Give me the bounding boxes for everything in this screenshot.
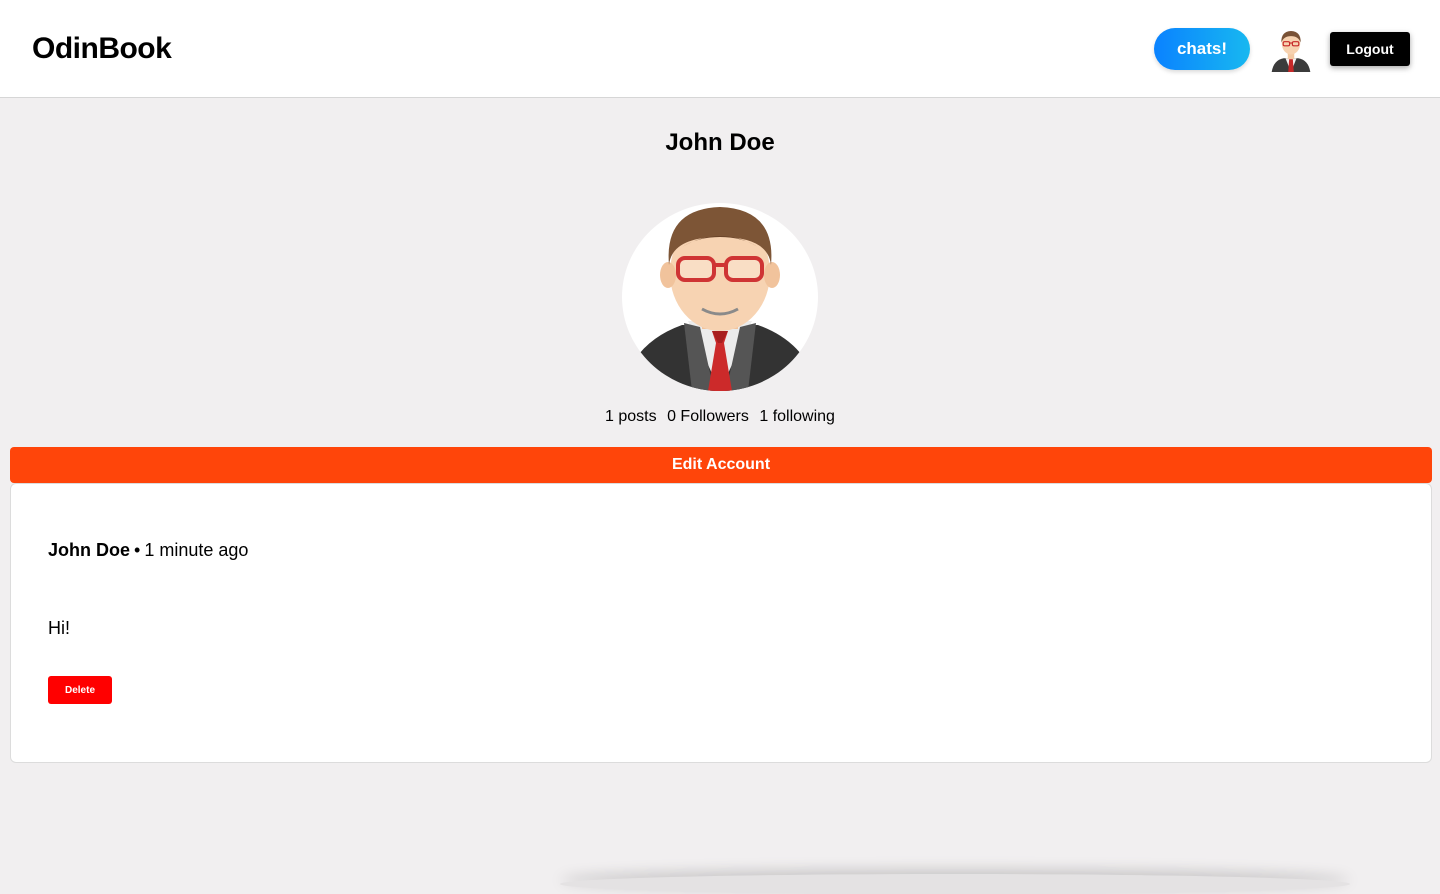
post-meta-separator: • xyxy=(134,540,141,560)
posts-count: 1 posts xyxy=(605,408,657,425)
user-avatar-icon[interactable] xyxy=(1268,25,1314,72)
brand-logo[interactable]: OdinBook xyxy=(32,32,172,66)
businessman-avatar-icon xyxy=(622,203,818,391)
chats-button[interactable]: chats! xyxy=(1154,27,1250,70)
logout-button[interactable]: Logout xyxy=(1330,31,1410,66)
top-header: OdinBook chats! Logout xyxy=(0,0,1440,98)
post-body: Hi! xyxy=(48,618,70,638)
followers-count[interactable]: 0 Followers xyxy=(667,408,749,425)
bottom-floating-panel-edge xyxy=(560,874,1350,894)
profile-name: John Doe xyxy=(665,129,775,156)
post-author[interactable]: John Doe xyxy=(48,540,130,560)
profile-avatar-container xyxy=(0,203,1440,391)
header-actions: chats! Logout xyxy=(1154,25,1410,72)
post-card: John Doe • 1 minute ago Hi! Delete xyxy=(10,483,1432,763)
following-count[interactable]: 1 following xyxy=(759,408,835,425)
post-timestamp: 1 minute ago xyxy=(144,540,249,560)
delete-post-button[interactable]: Delete xyxy=(48,676,112,704)
post-meta: John Doe • 1 minute ago xyxy=(48,484,1394,560)
edit-account-button[interactable]: Edit Account xyxy=(10,447,1432,483)
profile-stats: 1 posts 0 Followers 1 following xyxy=(0,407,1440,427)
